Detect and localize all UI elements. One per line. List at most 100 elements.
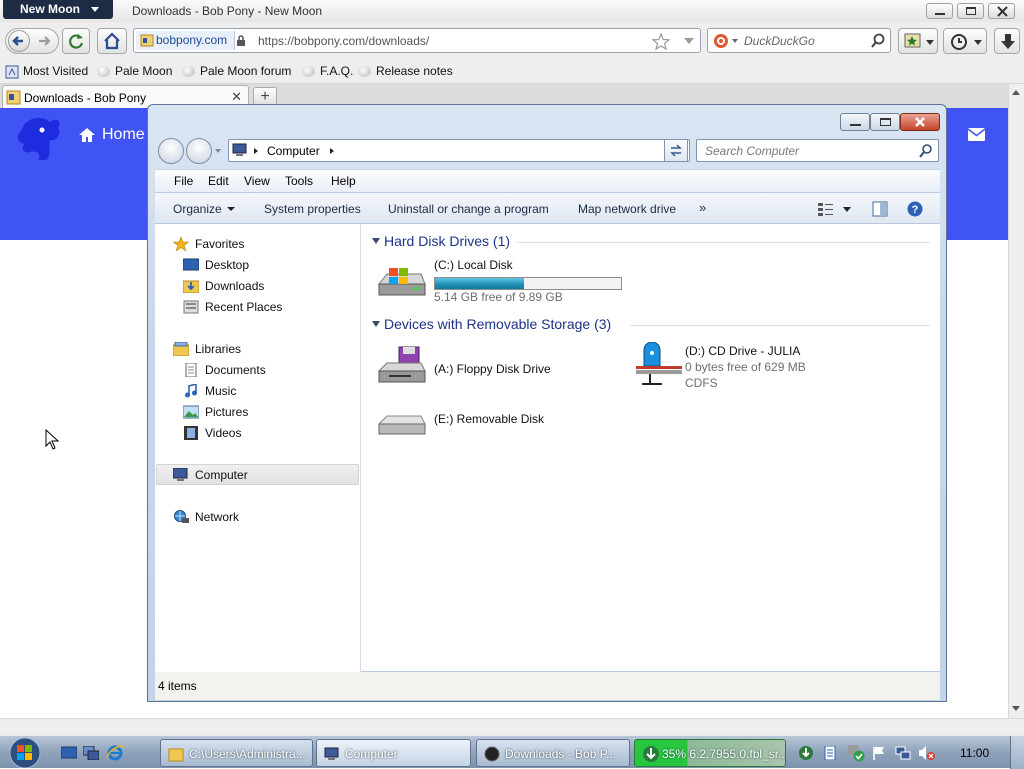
show-desktop-button[interactable]: [1010, 736, 1024, 769]
organize-button[interactable]: Organize: [173, 202, 235, 216]
minimize-button[interactable]: [926, 3, 953, 19]
lock-icon: [237, 35, 246, 46]
nav-computer[interactable]: Computer: [173, 465, 248, 485]
url-dropdown-icon[interactable]: [684, 38, 694, 44]
preview-pane-icon[interactable]: [872, 201, 888, 217]
menu-edit[interactable]: Edit: [208, 174, 229, 188]
group-removable-storage[interactable]: Devices with Removable Storage (3): [384, 316, 611, 332]
network-tray-icon[interactable]: [895, 745, 911, 761]
search-engine-chevron-icon[interactable]: [732, 39, 738, 43]
close-button[interactable]: [988, 3, 1015, 19]
system-properties-button[interactable]: System properties: [264, 202, 361, 216]
history-button[interactable]: [943, 28, 987, 54]
back-button[interactable]: [8, 30, 30, 52]
restore-button[interactable]: [957, 3, 984, 19]
bookmark-release-notes[interactable]: Release notes: [358, 64, 453, 78]
bookmark-star-icon[interactable]: [652, 33, 670, 50]
nav-music[interactable]: Music: [185, 381, 236, 401]
group-hard-disk-drives[interactable]: Hard Disk Drives (1): [384, 233, 510, 249]
tab-close-icon[interactable]: ✕: [231, 89, 242, 105]
map-network-drive-button[interactable]: Map network drive: [578, 202, 676, 216]
drive-e[interactable]: (E:) Removable Disk: [377, 406, 607, 446]
drive-c-free: 5.14 GB free of 9.89 GB: [434, 290, 563, 304]
reload-button[interactable]: [62, 28, 90, 54]
refresh-button[interactable]: [664, 139, 688, 162]
breadcrumb-arrow-icon[interactable]: [254, 148, 258, 154]
uninstall-program-button[interactable]: Uninstall or change a program: [388, 202, 549, 216]
show-desktop-icon[interactable]: [61, 746, 77, 760]
explorer-search-box[interactable]: Search Computer: [696, 139, 939, 162]
menu-file[interactable]: File: [174, 174, 193, 188]
duckduckgo-icon[interactable]: [713, 33, 729, 49]
nav-favorites[interactable]: Favorites: [173, 234, 244, 254]
menu-view[interactable]: View: [244, 174, 270, 188]
bookmark-pale-moon-forum[interactable]: Pale Moon forum: [182, 64, 291, 78]
nav-desktop[interactable]: Desktop: [183, 255, 249, 275]
explorer-close-button[interactable]: [900, 113, 940, 131]
explorer-minimize-button[interactable]: [840, 113, 870, 131]
scroll-up-icon[interactable]: [1012, 90, 1020, 95]
back-forward-buttons: [5, 28, 59, 54]
bookmark-pale-moon[interactable]: Pale Moon: [97, 64, 172, 78]
drive-a[interactable]: (A:) Floppy Disk Drive: [377, 342, 607, 392]
taskbar-item-folder[interactable]: C:\Users\Administra...: [160, 739, 313, 767]
bookmark-label: Most Visited: [23, 64, 89, 78]
app-menu-button[interactable]: New Moon: [3, 0, 113, 19]
view-chevron-icon[interactable]: [843, 207, 851, 212]
nav-documents[interactable]: Documents: [185, 360, 266, 380]
breadcrumb-computer[interactable]: Computer: [267, 144, 320, 158]
taskbar-item-browser[interactable]: Downloads - Bob P...: [476, 739, 630, 767]
switch-windows-icon[interactable]: [83, 746, 99, 760]
nav-libraries[interactable]: Libraries: [173, 339, 241, 359]
recent-pages-chevron-icon[interactable]: [215, 149, 221, 153]
mail-icon[interactable]: [968, 128, 985, 141]
search-box[interactable]: DuckDuckGo: [707, 28, 891, 53]
bookmark-faq[interactable]: F.A.Q.: [302, 64, 353, 78]
explorer-address-bar[interactable]: Computer: [228, 139, 690, 162]
home-button[interactable]: [97, 28, 127, 54]
menu-tools[interactable]: Tools: [285, 174, 313, 188]
internet-explorer-icon[interactable]: [106, 744, 124, 762]
download-tray-icon[interactable]: [797, 745, 815, 761]
taskbar-item-download[interactable]: 35% 6.2.7955.0.fbl_sr...: [634, 739, 786, 767]
search-icon[interactable]: [919, 144, 933, 158]
bobpony-logo[interactable]: [12, 112, 64, 164]
nav-pictures[interactable]: Pictures: [183, 402, 248, 422]
nav-network[interactable]: Network: [174, 507, 239, 527]
collapse-group-icon[interactable]: [372, 238, 380, 244]
taskbar-item-computer[interactable]: Computer: [316, 739, 471, 767]
explorer-back-button[interactable]: [158, 138, 184, 164]
forward-arrow-icon[interactable]: [36, 32, 54, 50]
vertical-scrollbar[interactable]: [1008, 84, 1024, 718]
downloads-button[interactable]: [994, 28, 1020, 54]
home-icon: [104, 32, 120, 50]
nav-downloads[interactable]: Downloads: [183, 276, 264, 296]
url-text: https://bobpony.com/downloads/: [258, 34, 430, 48]
url-bar[interactable]: bobpony.com https://bobpony.com/download…: [133, 28, 701, 53]
bookmark-most-visited[interactable]: Most Visited: [5, 64, 89, 79]
explorer-forward-button[interactable]: [186, 138, 212, 164]
drive-d-free: 0 bytes free of 629 MB: [685, 360, 806, 374]
extension-button[interactable]: [898, 28, 938, 54]
drive-d[interactable]: (D:) CD Drive - JULIA 0 bytes free of 62…: [632, 342, 872, 392]
security-tray-icon[interactable]: [847, 744, 865, 762]
view-options-icon[interactable]: [817, 201, 835, 217]
start-button[interactable]: [5, 737, 45, 768]
bookmark-label: Release notes: [376, 64, 453, 78]
volume-muted-icon[interactable]: [918, 745, 936, 761]
scroll-down-icon[interactable]: [1012, 706, 1020, 711]
document-tray-icon[interactable]: [823, 746, 837, 760]
horizontal-scrollbar[interactable]: [0, 718, 1024, 735]
collapse-group-icon[interactable]: [372, 321, 380, 327]
chevron-down-icon: [226, 207, 235, 211]
help-icon[interactable]: ?: [907, 201, 923, 217]
nav-recent-places[interactable]: Recent Places: [183, 297, 282, 317]
search-icon[interactable]: [870, 33, 886, 49]
nav-videos[interactable]: Videos: [184, 423, 241, 443]
breadcrumb-arrow-icon[interactable]: [330, 148, 334, 154]
more-commands-icon[interactable]: »: [699, 200, 706, 215]
action-center-flag-icon[interactable]: [872, 746, 886, 760]
site-identity-button[interactable]: bobpony.com: [136, 31, 246, 50]
menu-help[interactable]: Help: [331, 174, 356, 188]
explorer-restore-button[interactable]: [870, 113, 900, 131]
